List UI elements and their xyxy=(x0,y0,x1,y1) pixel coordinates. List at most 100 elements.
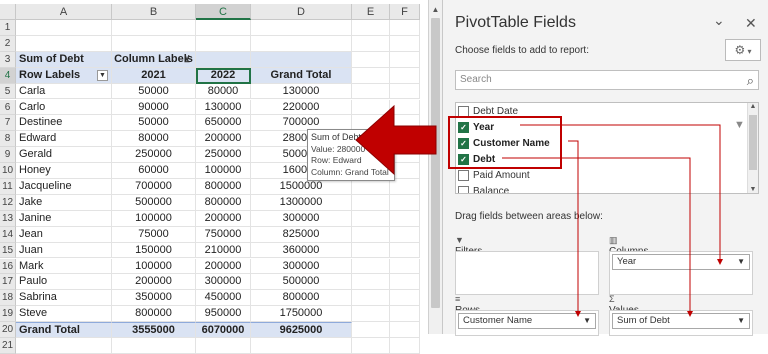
columns-field-chip[interactable]: Year ▼ xyxy=(612,254,750,270)
sheet-row[interactable]: 12 Jake 500000 800000 1300000 xyxy=(0,194,420,211)
cell-b[interactable]: 700000 xyxy=(112,179,196,195)
row-number[interactable]: 19 xyxy=(0,306,16,323)
cell-c[interactable] xyxy=(196,35,251,52)
cell-e[interactable] xyxy=(352,306,390,323)
cell-a[interactable]: Janine xyxy=(16,210,112,227)
cell-c[interactable]: 100000 xyxy=(196,163,251,179)
cell-f[interactable] xyxy=(390,226,420,243)
cell-a[interactable]: Destinee xyxy=(16,115,112,132)
cell-a[interactable]: Grand Total xyxy=(16,322,112,338)
cell-c[interactable]: 450000 xyxy=(196,290,251,307)
field-checkbox[interactable] xyxy=(458,170,469,181)
field-search-input[interactable]: Search ⌕ xyxy=(455,70,759,90)
sheet-row[interactable]: 5 Carla 50000 80000 130000 xyxy=(0,83,420,100)
cell-d[interactable]: 1750000 xyxy=(251,306,352,323)
cell-f[interactable] xyxy=(390,322,420,338)
sheet-row[interactable]: 4 Row Labels ▼ 2021 2022 Grand Total xyxy=(0,67,420,84)
cell-a[interactable]: Honey xyxy=(16,163,112,179)
cell-c[interactable]: 300000 xyxy=(196,274,251,291)
row-number[interactable]: 9 xyxy=(0,147,16,164)
sheet-row[interactable]: 15 Juan 150000 210000 360000 xyxy=(0,242,420,259)
cell-f[interactable] xyxy=(390,83,420,100)
column-header-f[interactable]: F xyxy=(390,4,420,20)
cell-b[interactable]: 500000 xyxy=(112,194,196,211)
cell-d[interactable]: 825000 xyxy=(251,226,352,243)
row-number[interactable]: 5 xyxy=(0,83,16,100)
cell-f[interactable] xyxy=(390,242,420,259)
field-checkbox[interactable] xyxy=(458,186,469,193)
cell-a[interactable]: Paulo xyxy=(16,274,112,291)
cell-c[interactable]: 650000 xyxy=(196,115,251,132)
column-labels-filter-icon[interactable]: ⊻ xyxy=(181,53,193,65)
cell-d[interactable]: 500000 xyxy=(251,274,352,291)
column-header-e[interactable]: E xyxy=(352,4,390,20)
cell-b[interactable]: 80000 xyxy=(112,131,196,148)
cell-d[interactable]: 1300000 xyxy=(251,194,352,211)
cell-a[interactable]: Sum of Debt xyxy=(16,51,112,68)
cell-f[interactable] xyxy=(390,51,420,68)
field-list-scrollbar[interactable]: ▲ ▼ xyxy=(747,103,758,193)
row-number[interactable]: 6 xyxy=(0,99,16,116)
row-number[interactable]: 14 xyxy=(0,226,16,243)
sheet-row[interactable]: 19 Steve 800000 950000 1750000 xyxy=(0,306,420,323)
cell-f[interactable] xyxy=(390,194,420,211)
row-number[interactable]: 10 xyxy=(0,163,16,179)
cell-f[interactable] xyxy=(390,179,420,195)
cell-f[interactable] xyxy=(390,338,420,354)
values-field-chip[interactable]: Sum of Debt ▼ xyxy=(612,313,750,329)
cell-e[interactable] xyxy=(352,179,390,195)
field-item[interactable]: Paid Amount xyxy=(458,168,748,184)
chevron-down-icon[interactable]: ▼ xyxy=(737,314,745,328)
cell-a[interactable]: Edward xyxy=(16,131,112,148)
cell-b[interactable]: 3555000 xyxy=(112,322,196,338)
values-drop-zone[interactable]: Sum of Debt ▼ xyxy=(609,310,753,336)
cell-e[interactable] xyxy=(352,67,390,84)
cell-d[interactable]: 300000 xyxy=(251,210,352,227)
cell-e[interactable] xyxy=(352,274,390,291)
row-number[interactable]: 12 xyxy=(0,194,16,211)
cell-e[interactable] xyxy=(352,290,390,307)
rows-field-chip[interactable]: Customer Name ▼ xyxy=(458,313,596,329)
cell-b[interactable] xyxy=(112,338,196,354)
cell-c[interactable]: 200000 xyxy=(196,210,251,227)
cell-b[interactable]: 75000 xyxy=(112,226,196,243)
cell-e[interactable] xyxy=(352,20,390,36)
rows-drop-zone[interactable]: Customer Name ▼ xyxy=(455,310,599,336)
filters-drop-zone[interactable] xyxy=(455,251,599,295)
cell-c[interactable]: 800000 xyxy=(196,179,251,195)
row-number[interactable]: 18 xyxy=(0,290,16,307)
cell-e[interactable] xyxy=(352,83,390,100)
cell-b[interactable]: 250000 xyxy=(112,147,196,164)
sheet-row[interactable]: 21 xyxy=(0,338,420,354)
sheet-row[interactable]: 16 Mark 100000 200000 300000 xyxy=(0,258,420,275)
scroll-down-icon[interactable]: ▼ xyxy=(748,186,758,193)
column-header-c[interactable]: C xyxy=(196,4,251,20)
cell-c[interactable]: 130000 xyxy=(196,99,251,116)
cell-c[interactable]: 80000 xyxy=(196,83,251,100)
cell-a[interactable]: Mark xyxy=(16,258,112,275)
chevron-down-icon[interactable]: ▼ xyxy=(737,255,745,269)
cell-b[interactable]: 200000 xyxy=(112,274,196,291)
row-number[interactable]: 3 xyxy=(0,51,16,68)
row-labels-filter-icon[interactable]: ▼ xyxy=(97,69,108,81)
cell-a[interactable]: Juan xyxy=(16,242,112,259)
column-header-b[interactable]: B xyxy=(112,4,196,20)
cell-c[interactable]: 950000 xyxy=(196,306,251,323)
cell-a[interactable]: Jacqueline xyxy=(16,179,112,195)
row-number[interactable]: 21 xyxy=(0,338,16,354)
cell-d[interactable]: 360000 xyxy=(251,242,352,259)
cell-c[interactable]: 200000 xyxy=(196,131,251,148)
cell-e[interactable] xyxy=(352,226,390,243)
funnel-icon[interactable]: ▼ xyxy=(734,119,745,131)
cell-c[interactable]: 2022 xyxy=(196,67,251,84)
cell-b[interactable]: 100000 xyxy=(112,258,196,275)
sheet-row[interactable]: 13 Janine 100000 200000 300000 xyxy=(0,210,420,227)
field-item[interactable]: Balance xyxy=(458,184,748,193)
cell-c[interactable]: 210000 xyxy=(196,242,251,259)
cell-e[interactable] xyxy=(352,210,390,227)
cell-b[interactable]: 800000 xyxy=(112,306,196,323)
cell-b[interactable]: Column Labels ⊻ xyxy=(112,51,196,68)
sheet-row[interactable]: 18 Sabrina 350000 450000 800000 xyxy=(0,290,420,307)
sheet-row[interactable]: 11 Jacqueline 700000 800000 1500000 xyxy=(0,179,420,195)
cell-c[interactable] xyxy=(196,51,251,68)
